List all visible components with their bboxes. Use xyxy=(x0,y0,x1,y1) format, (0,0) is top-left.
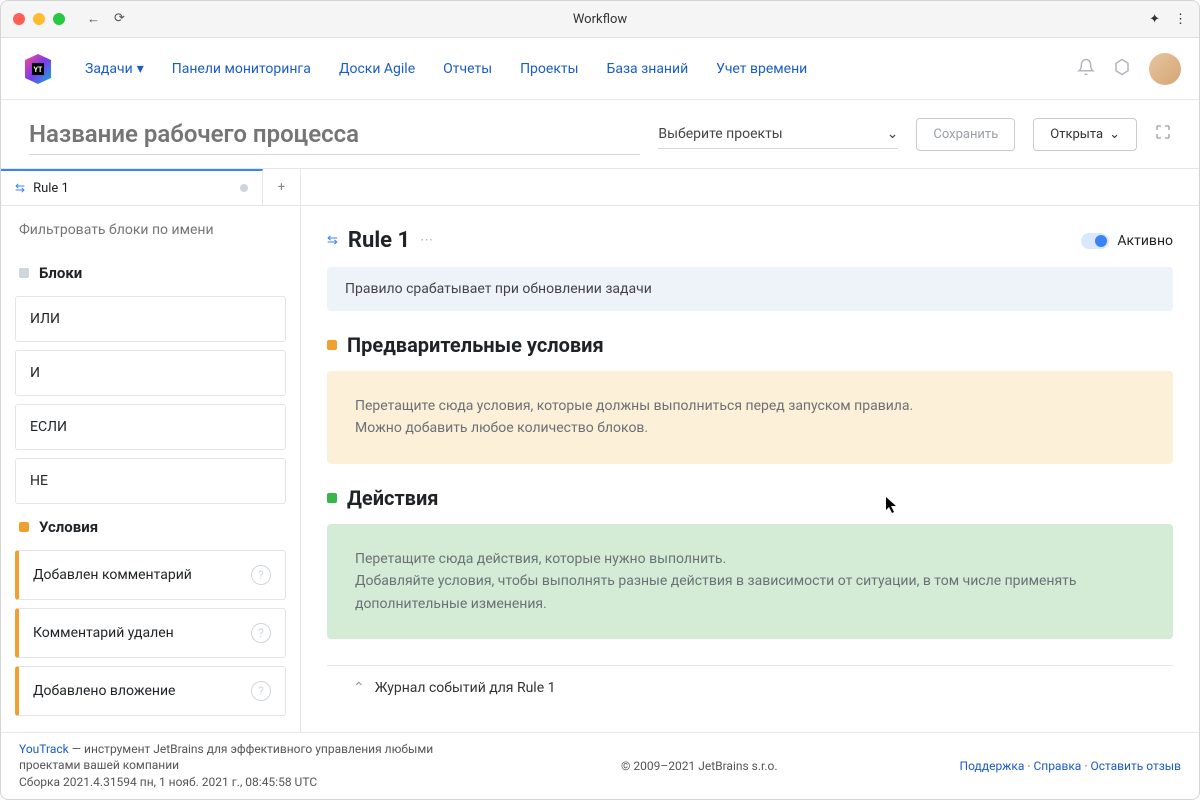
build-info: Сборка 2021.4.31594 пн, 1 нояб. 2021 г.,… xyxy=(19,774,439,791)
help-icon[interactable]: ? xyxy=(251,623,271,643)
help-icon[interactable]: ? xyxy=(251,681,271,701)
help-link[interactable]: Справка xyxy=(1033,759,1081,773)
filter-input[interactable] xyxy=(1,206,300,254)
window-controls xyxy=(13,13,65,25)
status-button[interactable]: Открыта⌄ xyxy=(1033,118,1137,151)
actions-dropzone[interactable]: Перетащите сюда действия, которые нужно … xyxy=(327,524,1173,639)
chevron-down-icon: ⌄ xyxy=(887,126,899,142)
titlebar: ← ⟳ Workflow ✦ ⋮ xyxy=(1,1,1199,38)
window-title: Workflow xyxy=(573,12,627,27)
nav-reports[interactable]: Отчеты xyxy=(443,61,492,77)
block-if[interactable]: ЕСЛИ xyxy=(15,404,286,450)
menu-icon[interactable]: ⋮ xyxy=(1174,12,1187,27)
square-icon xyxy=(327,340,337,350)
group-conditions: Условия xyxy=(1,508,300,546)
nav-agile[interactable]: Доски Agile xyxy=(339,61,415,77)
chevron-up-icon: ⌃ xyxy=(353,680,365,696)
support-link[interactable]: Поддержка xyxy=(960,759,1025,773)
help-icon[interactable]: ? xyxy=(251,565,271,585)
condition-comment-added[interactable]: Добавлен комментарий? xyxy=(15,550,286,600)
nav-timetracking[interactable]: Учет времени xyxy=(716,61,807,77)
square-icon xyxy=(19,268,29,278)
condition-comment-removed[interactable]: Комментарий удален? xyxy=(15,608,286,658)
extension-icon[interactable]: ✦ xyxy=(1149,12,1160,27)
product-link[interactable]: YouTrack xyxy=(19,742,69,756)
section-preconditions: Предварительные условия xyxy=(327,333,1173,357)
active-label: Активно xyxy=(1117,233,1173,249)
tab-rule-1[interactable]: ⇆ Rule 1 xyxy=(1,169,263,205)
app-logo[interactable]: YT xyxy=(19,50,57,88)
workflow-title-input[interactable] xyxy=(29,114,640,155)
rule-icon: ⇆ xyxy=(15,181,25,195)
nav-dashboards[interactable]: Панели мониторинга xyxy=(172,61,311,77)
back-icon[interactable]: ← xyxy=(87,11,100,27)
minimize-icon[interactable] xyxy=(33,13,45,25)
section-actions: Действия xyxy=(327,486,1173,510)
active-toggle[interactable] xyxy=(1081,233,1109,249)
group-blocks: Блоки xyxy=(1,254,300,292)
main-editor: ⇆ Rule 1 ⋯ Активно Правило срабатывает п… xyxy=(301,206,1199,732)
zoom-icon[interactable] xyxy=(53,13,65,25)
add-tab-button[interactable]: + xyxy=(263,169,301,205)
sidebar: Блоки ИЛИ И ЕСЛИ НЕ Условия Добавлен ком… xyxy=(1,206,301,732)
nav-projects[interactable]: Проекты xyxy=(520,61,578,77)
chevron-down-icon: ⌄ xyxy=(1109,127,1120,142)
project-select[interactable]: Выберите проекты ⌄ xyxy=(658,120,898,149)
square-icon xyxy=(327,493,337,503)
tab-label: Rule 1 xyxy=(33,181,232,196)
save-button[interactable]: Сохранить xyxy=(916,118,1015,151)
avatar[interactable] xyxy=(1149,53,1181,85)
block-not[interactable]: НЕ xyxy=(15,458,286,504)
square-icon xyxy=(19,522,29,532)
reload-icon[interactable]: ⟳ xyxy=(114,11,125,27)
chevron-down-icon: ▾ xyxy=(137,61,144,77)
rule-title[interactable]: Rule 1 xyxy=(348,228,410,253)
nav-kb[interactable]: База знаний xyxy=(607,61,689,77)
toolbar: Выберите проекты ⌄ Сохранить Открыта⌄ xyxy=(1,100,1199,168)
feedback-link[interactable]: Оставить отзыв xyxy=(1090,759,1181,773)
footer: YouTrack — инструмент JetBrains для эффе… xyxy=(1,732,1199,799)
settings-icon[interactable] xyxy=(1113,58,1131,80)
unsaved-indicator-icon xyxy=(240,184,248,192)
nav-issues[interactable]: Задачи▾ xyxy=(85,61,144,77)
condition-attachment-added[interactable]: Добавлено вложение? xyxy=(15,666,286,716)
trigger-description[interactable]: Правило срабатывает при обновлении задач… xyxy=(327,267,1173,311)
fullscreen-icon[interactable] xyxy=(1155,124,1171,144)
rule-icon: ⇆ xyxy=(327,233,338,248)
block-or[interactable]: ИЛИ xyxy=(15,296,286,342)
close-icon[interactable] xyxy=(13,13,25,25)
more-icon[interactable]: ⋯ xyxy=(420,233,433,248)
notifications-icon[interactable] xyxy=(1077,58,1095,80)
svg-text:YT: YT xyxy=(34,66,43,74)
preconditions-dropzone[interactable]: Перетащите сюда условия, которые должны … xyxy=(327,371,1173,464)
block-and[interactable]: И xyxy=(15,350,286,396)
tabbar: ⇆ Rule 1 + xyxy=(1,168,1199,206)
topnav: YT Задачи▾ Панели мониторинга Доски Agil… xyxy=(1,38,1199,100)
copyright: © 2009–2021 JetBrains s.r.o. xyxy=(621,759,778,773)
event-log-toggle[interactable]: ⌃ Журнал событий для Rule 1 xyxy=(327,665,1173,710)
